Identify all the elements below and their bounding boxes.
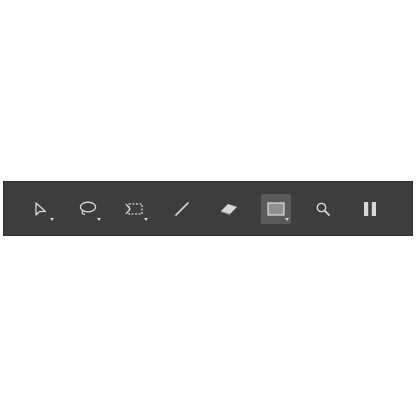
line-icon — [172, 199, 192, 219]
rectangle-icon — [265, 199, 287, 219]
arrow-select-icon — [31, 199, 51, 219]
drawing-toolbar — [3, 181, 413, 236]
zoom-tool-button[interactable] — [308, 194, 338, 224]
magnifier-icon — [313, 199, 333, 219]
submenu-indicator-icon — [50, 217, 54, 221]
submenu-indicator-icon — [144, 217, 148, 221]
marquee-select-icon — [124, 199, 146, 219]
submenu-indicator-icon — [285, 217, 289, 221]
marquee-tool-button[interactable] — [120, 194, 150, 224]
pause-button[interactable] — [355, 194, 385, 224]
lasso-tool-button[interactable] — [73, 194, 103, 224]
eraser-icon — [218, 199, 240, 219]
rectangle-tool-button[interactable] — [261, 193, 291, 224]
submenu-indicator-icon — [97, 217, 101, 221]
page — [0, 0, 420, 420]
select-tool-button[interactable] — [26, 194, 56, 224]
eraser-tool-button[interactable] — [214, 194, 244, 224]
lasso-icon — [77, 199, 99, 219]
line-tool-button[interactable] — [167, 194, 197, 224]
pause-icon — [360, 199, 380, 219]
